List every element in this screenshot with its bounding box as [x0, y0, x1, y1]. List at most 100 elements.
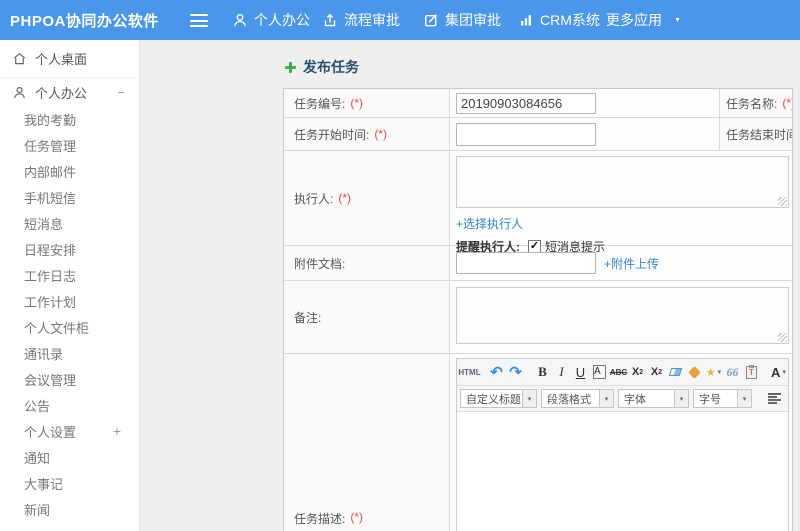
- sidebar-item-label: 日程安排: [24, 242, 77, 258]
- sidebar-item-meeting-management[interactable]: 会议管理: [0, 366, 139, 392]
- sidebar-item-label: 个人文件柜: [24, 320, 90, 336]
- sidebar-item-announcement[interactable]: 公告: [0, 392, 139, 418]
- nav-more-apps[interactable]: 更多应用 ▼: [606, 0, 681, 40]
- collapse-icon[interactable]: −: [117, 85, 125, 100]
- select-executor-link[interactable]: +选择执行人: [456, 215, 523, 232]
- main-content: 发布任务 任务编号:(*) 20190903084656 任务名称:(*) 任务…: [140, 40, 800, 531]
- task-no-input[interactable]: 20190903084656: [456, 92, 596, 114]
- resize-grip-icon[interactable]: [778, 333, 787, 342]
- sidebar-item-label: 工作计划: [24, 294, 77, 310]
- editor-toolbar-row1: HTML ↶ ↷ B I U A ABC X2 X2 ★ ▾ 66 T A ▾: [457, 359, 788, 386]
- sidebar-item-work-log[interactable]: 工作日志: [0, 262, 139, 288]
- page-title: 发布任务: [285, 57, 359, 77]
- sidebar-item-label: 任务管理: [24, 138, 77, 154]
- remark-textarea[interactable]: [456, 287, 789, 344]
- editor-toolbar-row2: 自定义标题 ▾ 段落格式 ▾ 字体 ▾ 字号 ▾: [457, 386, 788, 412]
- nav-group-approval[interactable]: 集团审批: [423, 0, 501, 40]
- remark-label: 备注:: [284, 281, 450, 353]
- publish-task-form: 任务编号:(*) 20190903084656 任务名称:(*) 任务开始时间:…: [283, 88, 793, 531]
- sidebar-item-notice[interactable]: 通知: [0, 444, 139, 470]
- nav-workflow-approval[interactable]: 流程审批: [322, 0, 400, 40]
- nav-label: 更多应用: [606, 12, 662, 28]
- paragraph-format-select[interactable]: 段落格式 ▾: [541, 389, 614, 408]
- html-source-button[interactable]: HTML: [458, 361, 480, 383]
- italic-button[interactable]: I: [553, 361, 570, 383]
- executor-label: 执行人: (*): [284, 151, 450, 245]
- nav-crm-system[interactable]: CRM系统: [518, 0, 600, 40]
- form-row-task-no: 任务编号:(*) 20190903084656 任务名称:(*): [284, 89, 792, 118]
- superscript-button[interactable]: X2: [629, 361, 646, 383]
- caret-down-icon: ▼: [674, 16, 681, 24]
- sidebar-item-short-message[interactable]: 短消息: [0, 210, 139, 236]
- redo-icon[interactable]: ↷: [507, 361, 524, 383]
- paste-clipboard-icon[interactable]: T: [743, 361, 760, 383]
- sidebar-item-label: 工作日志: [24, 268, 77, 284]
- sidebar-item-personal-desktop[interactable]: 个人桌面: [0, 40, 139, 78]
- nav-label: 流程审批: [344, 12, 400, 28]
- editor-content[interactable]: [457, 412, 788, 531]
- sidebar-item-label: 新闻: [24, 502, 51, 518]
- dropdown-arrow-icon: ▾: [675, 389, 689, 408]
- end-time-label: 任务结束时间:(*): [719, 118, 792, 150]
- add-task-icon: [285, 61, 296, 73]
- sidebar-item-news[interactable]: 新闻: [0, 496, 139, 522]
- align-left-icon[interactable]: [768, 392, 781, 405]
- sidebar-item-label: 个人办公: [35, 85, 88, 101]
- resize-grip-icon[interactable]: [778, 197, 787, 206]
- font-size-select[interactable]: 字号 ▾: [693, 389, 752, 408]
- subscript-button[interactable]: X2: [648, 361, 665, 383]
- format-brush-icon[interactable]: [686, 361, 703, 383]
- nav-label: CRM系统: [540, 12, 600, 28]
- nav-label: 个人办公: [254, 12, 310, 28]
- sidebar-item-contacts[interactable]: 通讯录: [0, 340, 139, 366]
- sidebar-item-attendance[interactable]: 我的考勤: [0, 106, 139, 132]
- start-time-label: 任务开始时间: (*): [284, 118, 450, 150]
- page-title-text: 发布任务: [303, 59, 359, 75]
- sidebar: 个人桌面 个人办公 − 我的考勤 任务管理 内部邮件 手机短信 短消息 日程安排…: [0, 40, 140, 531]
- attachment-upload-link[interactable]: +附件上传: [604, 255, 659, 272]
- sidebar-item-internal-mail[interactable]: 内部邮件: [0, 158, 139, 184]
- menu-toggle-icon[interactable]: [190, 14, 208, 27]
- sidebar-item-label: 短消息: [24, 216, 64, 232]
- sidebar-item-work-plan[interactable]: 工作计划: [0, 288, 139, 314]
- strikethrough-button[interactable]: ABC: [610, 361, 627, 383]
- sidebar-item-label: 手机短信: [24, 190, 77, 206]
- person-icon: [234, 14, 246, 27]
- sidebar-item-file-cabinet[interactable]: 个人文件柜: [0, 314, 139, 340]
- sidebar-item-mobile-sms[interactable]: 手机短信: [0, 184, 139, 210]
- form-row-start-time: 任务开始时间:(*) 任务结束时间:(*): [284, 118, 792, 151]
- task-name-label: 任务名称:(*): [719, 89, 792, 117]
- start-time-input[interactable]: [456, 122, 596, 146]
- underline-button[interactable]: U: [572, 361, 589, 383]
- form-row-executor: 执行人: (*) +选择执行人 提醒执行人: ✓ 短消息提示: [284, 151, 792, 254]
- bold-button[interactable]: B: [534, 361, 551, 383]
- flow-icon: [324, 13, 336, 27]
- dropdown-arrow-icon: ▾: [717, 369, 722, 376]
- executor-textarea[interactable]: [456, 156, 789, 208]
- insert-wand-dropdown[interactable]: ★ ▾: [705, 361, 722, 383]
- form-row-description: 任务描述: (*) HTML ↶ ↷ B I U A ABC X 2 X 2 ★…: [284, 354, 792, 531]
- rich-text-editor: HTML ↶ ↷ B I U A ABC X2 X2 ★ ▾ 66 T A ▾ …: [456, 358, 789, 531]
- app-logo: PHPOA协同办公软件: [10, 12, 159, 30]
- text-style-button[interactable]: A: [593, 365, 606, 379]
- undo-icon[interactable]: ↶: [488, 361, 505, 383]
- form-row-attachment: 附件文档: +附件上传: [284, 246, 792, 281]
- font-family-select[interactable]: 字体 ▾: [618, 389, 689, 408]
- sidebar-item-personal-office[interactable]: 个人办公 −: [0, 78, 139, 106]
- expand-icon[interactable]: +: [113, 423, 121, 439]
- nav-personal-office[interactable]: 个人办公: [232, 0, 310, 40]
- sidebar-item-label: 通讯录: [24, 346, 64, 362]
- remove-format-eraser-icon[interactable]: [667, 361, 684, 383]
- sidebar-item-label: 个人设置: [24, 424, 77, 440]
- sidebar-item-label: 会议管理: [24, 372, 77, 388]
- font-color-dropdown[interactable]: A ▾: [770, 361, 787, 383]
- edit-icon: [425, 14, 437, 27]
- sidebar-item-memorabilia[interactable]: 大事记: [0, 470, 139, 496]
- attachment-input[interactable]: [456, 252, 596, 274]
- sidebar-item-personal-settings[interactable]: 个人设置 +: [0, 418, 139, 444]
- custom-heading-select[interactable]: 自定义标题 ▾: [460, 389, 537, 408]
- sidebar-item-task-management[interactable]: 任务管理: [0, 132, 139, 158]
- sidebar-item-schedule[interactable]: 日程安排: [0, 236, 139, 262]
- blockquote-button[interactable]: 66: [724, 361, 741, 383]
- chart-icon: [521, 15, 531, 26]
